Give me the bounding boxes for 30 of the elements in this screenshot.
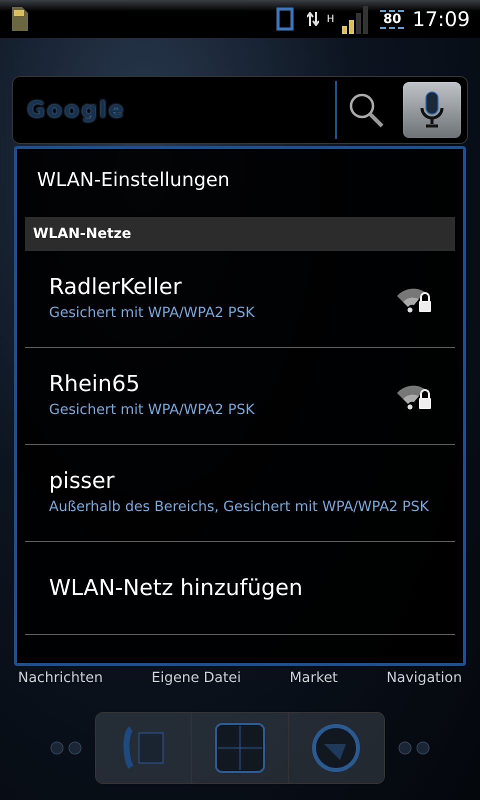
clock-time: 17:09 (412, 7, 470, 31)
add-network-label: WLAN-Netz hinzufügen (49, 576, 303, 600)
dialog-title: WLAN-Einstellungen (36, 168, 231, 193)
add-network-item[interactable]: WLAN-Netz hinzufügen (25, 542, 455, 635)
section-header: WLAN-Netze (25, 217, 455, 251)
app-label: Market (290, 670, 338, 686)
network-name: RadlerKeller (49, 275, 183, 300)
network-type: H (326, 14, 334, 24)
sim-card-icon (10, 7, 28, 31)
page-dots-icon (49, 740, 83, 756)
search-icon (347, 91, 385, 129)
search-logo: Google (27, 98, 126, 122)
network-status: Außerhalb des Bereichs, Gesichert mit WPA/WPA2 PSK (49, 498, 430, 517)
voice-search-button[interactable] (403, 82, 461, 138)
network-item[interactable]: Rhein65 Gesichert mit WPA/WPA2 PSK (25, 348, 455, 445)
network-status: Gesichert mit WPA/WPA2 PSK (49, 304, 256, 323)
network-status: Gesichert mit WPA/WPA2 PSK (49, 401, 256, 420)
app-label: Eigene Datei (151, 670, 242, 686)
app-label: Navigation (386, 670, 462, 686)
data-arrows-icon (306, 12, 319, 26)
network-item[interactable]: RadlerKeller Gesichert mit WPA/WPA2 PSK (25, 251, 455, 348)
network-name: Rhein65 (49, 372, 141, 397)
app-label: Nachrichten (18, 670, 103, 686)
network-name: pisser (49, 469, 116, 494)
microphone-icon (419, 91, 445, 129)
page-dots-icon (397, 740, 431, 756)
network-item[interactable]: pisser Außerhalb des Bereichs, Gesichert mit WPA/WPA2 PSK (25, 445, 455, 542)
battery-level: 80 (380, 10, 404, 28)
globe-icon (310, 722, 362, 774)
grid-icon (214, 722, 266, 774)
